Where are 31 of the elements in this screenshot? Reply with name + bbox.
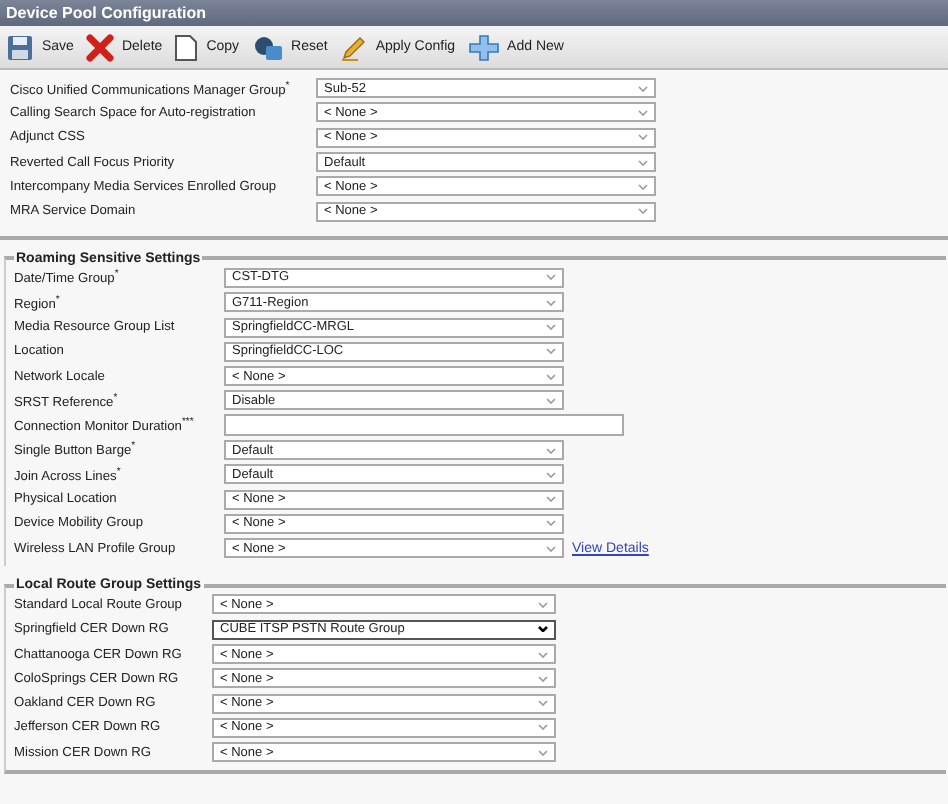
chevron-down-icon	[538, 675, 548, 682]
chevron-down-icon	[638, 109, 648, 116]
chevron-down-icon	[546, 397, 556, 404]
chevron-down-icon	[638, 183, 648, 190]
chevron-down-icon	[538, 651, 548, 658]
chevron-down-icon	[546, 496, 556, 503]
chevron-down-icon	[546, 299, 556, 306]
chevron-down-icon	[546, 447, 556, 453]
delete-icon	[85, 33, 114, 61]
chevron-down-icon	[546, 520, 556, 527]
chevron-down-icon	[638, 208, 648, 215]
chevron-down-icon	[546, 373, 556, 380]
reset-icon	[251, 33, 284, 61]
pencil-icon	[339, 33, 368, 61]
chevron-down-icon	[638, 85, 648, 92]
plus-icon	[467, 33, 500, 61]
input-field[interactable]	[224, 414, 624, 437]
chevron-down-icon	[546, 348, 556, 355]
chevron-down-icon	[546, 471, 556, 478]
chevron-down-icon	[638, 159, 648, 166]
chevron-down-icon	[538, 724, 548, 731]
chevron-down-icon	[638, 134, 648, 141]
chevron-down-icon	[538, 749, 548, 756]
window-title: Device Pool Configuration	[0, 0, 948, 26]
chevron-down-icon	[546, 545, 556, 552]
chevron-down-icon	[538, 601, 548, 608]
chevron-down-icon	[538, 700, 548, 707]
chevron-down-icon	[546, 274, 556, 281]
chevron-down-icon	[546, 324, 556, 331]
page-icon	[174, 33, 199, 61]
chevron-down-icon	[538, 626, 548, 633]
